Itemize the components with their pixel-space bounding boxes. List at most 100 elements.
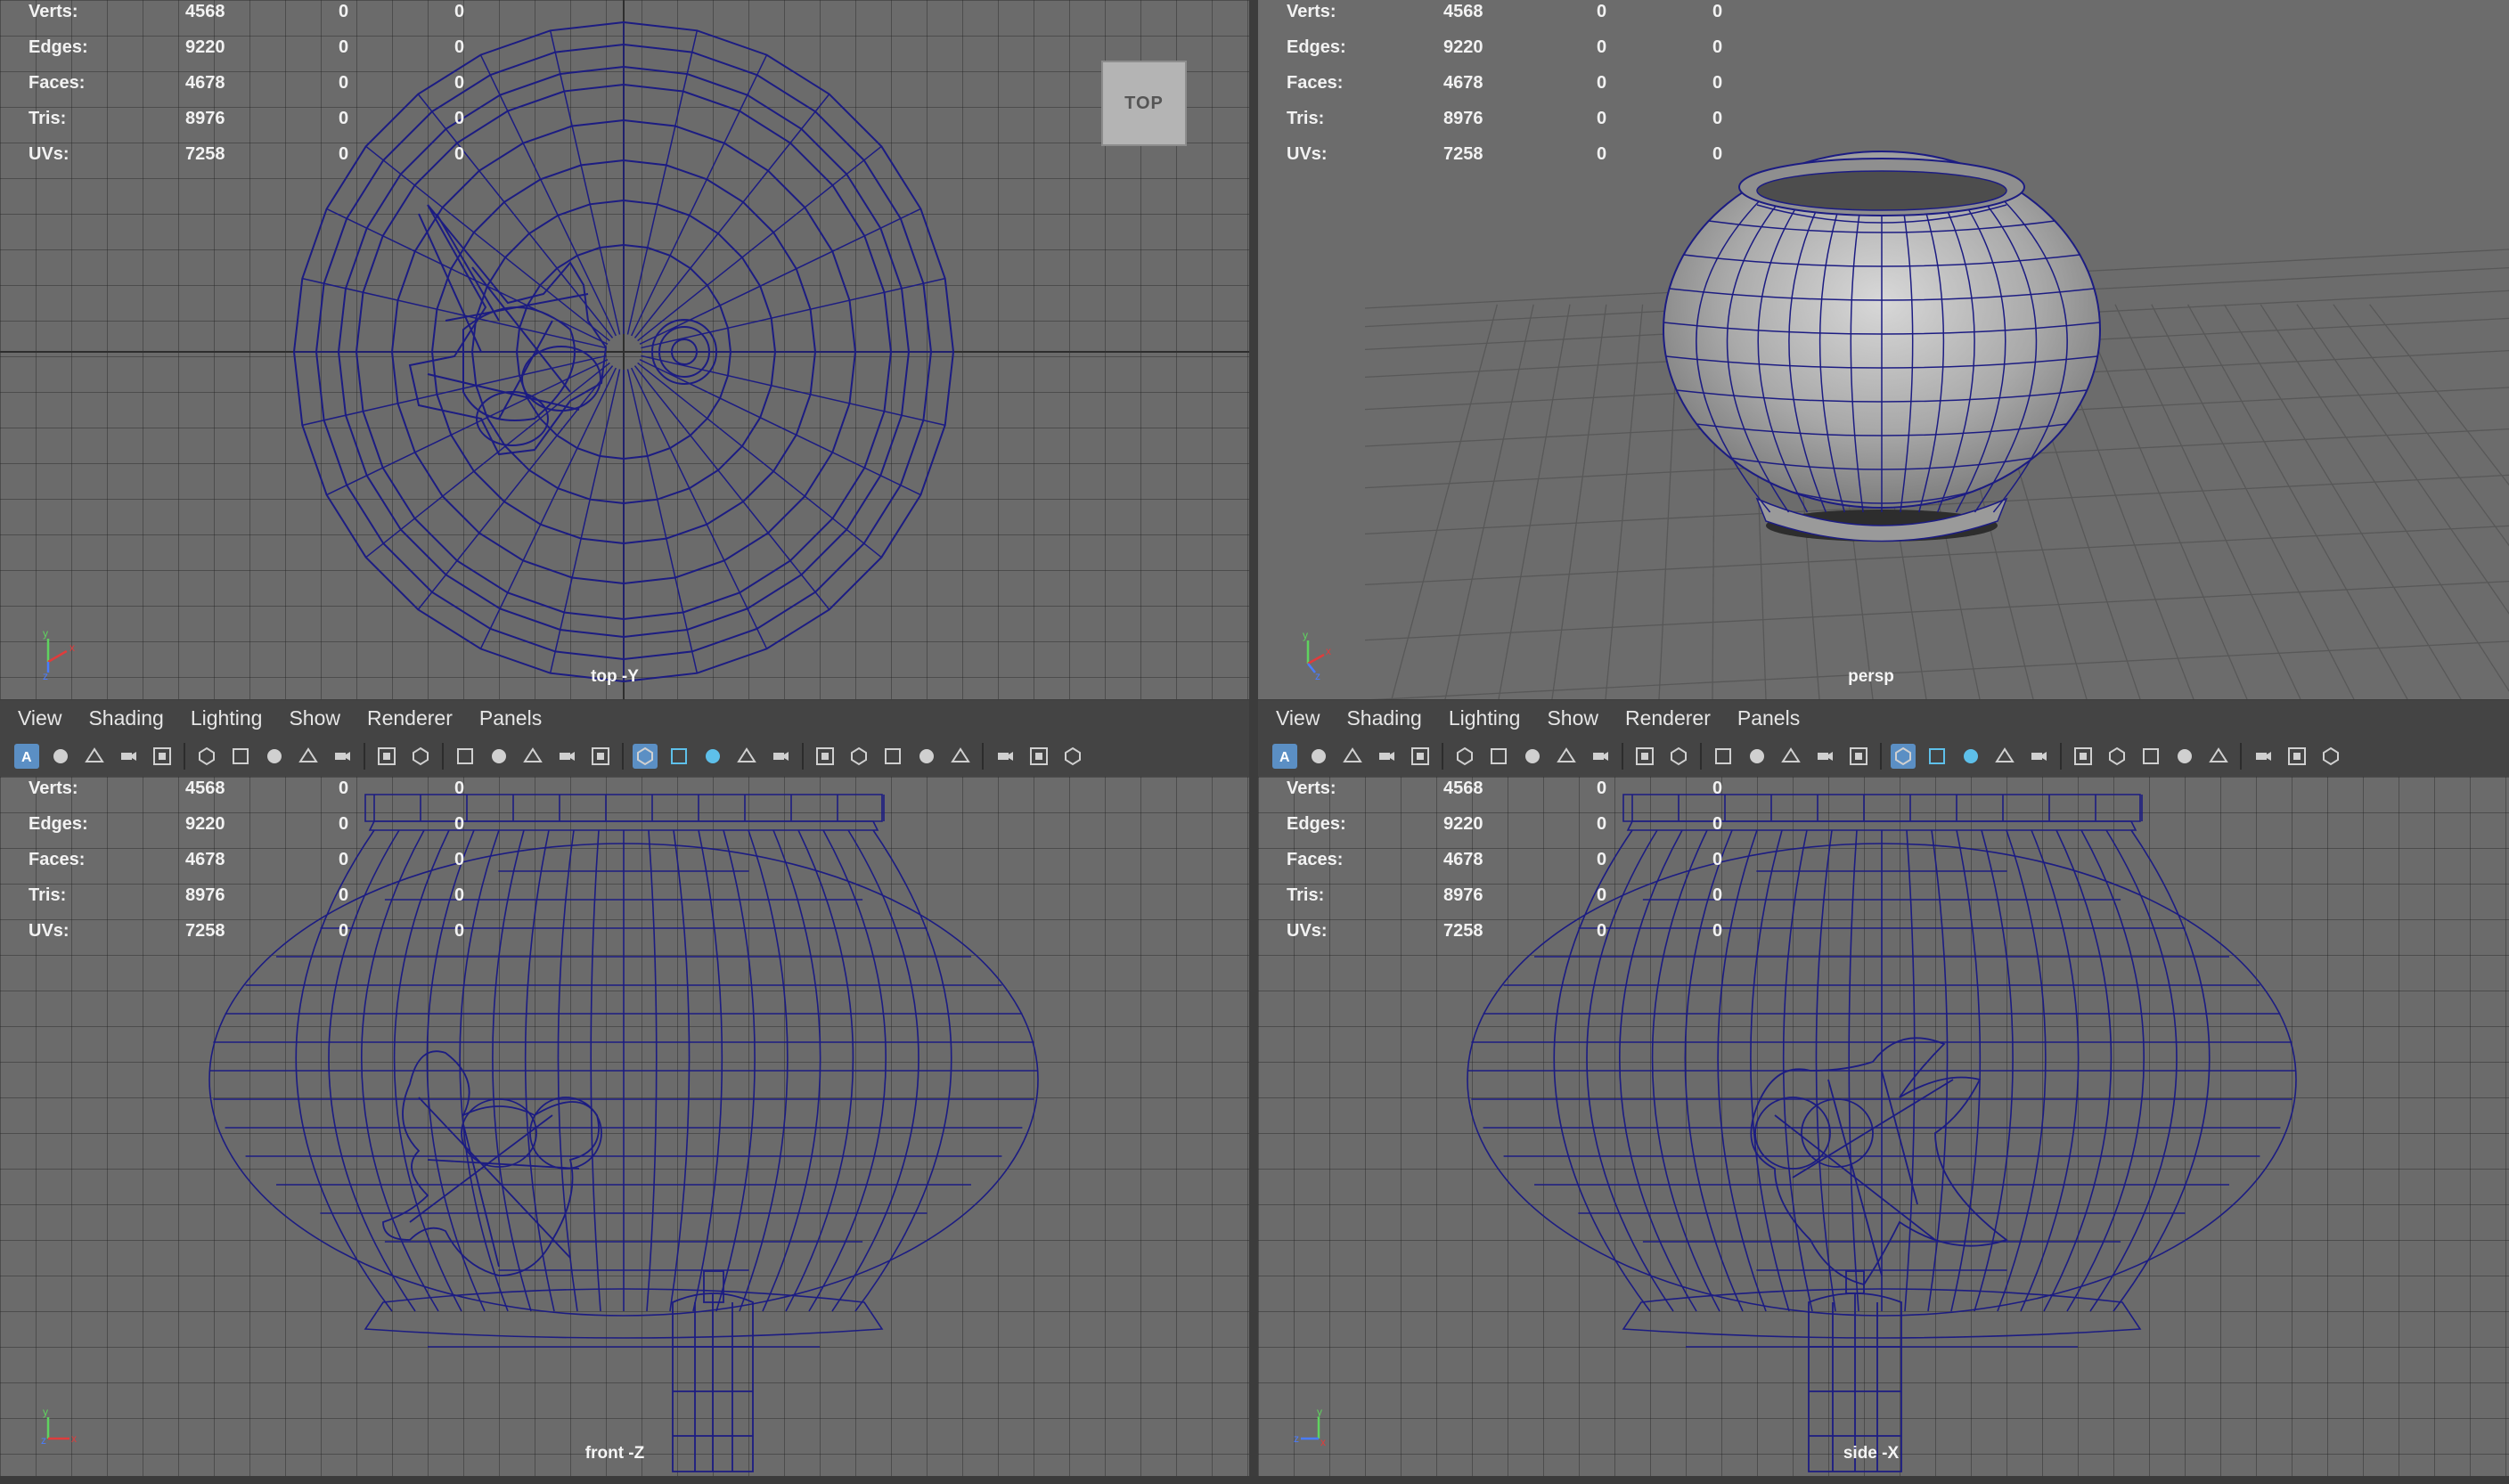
bookmark-icon[interactable]: [296, 744, 321, 769]
paint-icon[interactable]: [1666, 744, 1691, 769]
frame-all-icon[interactable]: [48, 744, 73, 769]
menu-lighting[interactable]: Lighting: [1449, 706, 1521, 730]
xray-icon[interactable]: [734, 744, 759, 769]
camera-track-icon[interactable]: [1520, 744, 1545, 769]
screen-space-ao-icon[interactable]: [2104, 744, 2129, 769]
image-plane-icon[interactable]: [330, 744, 355, 769]
motion-blur-icon[interactable]: [880, 744, 905, 769]
toolbar-separator: [622, 743, 624, 770]
default-material-icon[interactable]: [1958, 744, 1983, 769]
viewport-front[interactable]: Verts: 4568 0 0 Edges: 9220 0 0 Faces: 4678 0 0 T…: [0, 777, 1249, 1476]
menu-lighting[interactable]: Lighting: [191, 706, 263, 730]
default-material-icon[interactable]: [700, 744, 725, 769]
pane-divider-vertical[interactable]: [1249, 0, 1258, 1484]
bookmark-icon[interactable]: [1554, 744, 1579, 769]
panel-toolbar: A: [0, 738, 1249, 774]
anti-alias-icon[interactable]: [914, 744, 939, 769]
resolution-gate-icon[interactable]: [1778, 744, 1803, 769]
screen-space-ao-icon[interactable]: [846, 744, 871, 769]
film-gate-icon[interactable]: [486, 744, 511, 769]
film-gate-icon[interactable]: [1745, 744, 1769, 769]
shadows-icon[interactable]: [2071, 744, 2096, 769]
menu-shading[interactable]: Shading: [1346, 706, 1421, 730]
safe-area-icon[interactable]: [554, 744, 579, 769]
menu-panels[interactable]: Panels: [479, 706, 542, 730]
viewport-top[interactable]: Verts: 4568 0 0 Edges: 9220 0 0 Faces: 4678 0 0 T…: [0, 0, 1249, 699]
grid-toggle-icon[interactable]: [1711, 744, 1736, 769]
menu-view[interactable]: View: [1276, 706, 1320, 730]
axis-gizmo-icon: y z x: [1294, 1406, 1326, 1448]
toolbar-separator: [1700, 743, 1702, 770]
motion-blur-icon[interactable]: [2138, 744, 2163, 769]
depth-of-field-icon[interactable]: [2206, 744, 2231, 769]
shadows-icon[interactable]: [813, 744, 838, 769]
camera-tumble-icon[interactable]: [228, 744, 253, 769]
camera-track-icon[interactable]: [262, 744, 287, 769]
menu-shading[interactable]: Shading: [88, 706, 163, 730]
toolbar-separator: [802, 743, 804, 770]
svg-text:x: x: [69, 641, 75, 654]
grid-icon[interactable]: [1340, 744, 1365, 769]
isolate-select-icon[interactable]: [2251, 744, 2276, 769]
camera-icon[interactable]: [194, 744, 219, 769]
smooth-shade-icon[interactable]: [666, 744, 691, 769]
select-mode-icon[interactable]: A: [14, 744, 39, 769]
select-mode-icon[interactable]: A: [1272, 744, 1297, 769]
move-icon[interactable]: [1632, 744, 1657, 769]
axis-gizmo-icon: y x z: [41, 1406, 77, 1447]
camera-label: side -X: [1843, 1444, 1900, 1463]
svg-text:z: z: [41, 1434, 46, 1447]
xray-icon[interactable]: [1992, 744, 2017, 769]
lights-icon[interactable]: [2026, 744, 2051, 769]
wireframe-icon[interactable]: [633, 744, 658, 769]
layout-icon[interactable]: [1060, 744, 1085, 769]
grid-toggle-icon[interactable]: [453, 744, 478, 769]
svg-text:y: y: [43, 627, 48, 640]
viewport-side[interactable]: Verts: 4568 0 0 Edges: 9220 0 0 Faces: 4678 0 0 T…: [1258, 777, 2509, 1476]
grid-icon[interactable]: [82, 744, 107, 769]
menu-show[interactable]: Show: [1547, 706, 1598, 730]
wireframe-icon[interactable]: [1891, 744, 1916, 769]
panel-menubar-left: View Shading Lighting Show Renderer Pane…: [0, 700, 1249, 777]
camera-icon[interactable]: [1452, 744, 1477, 769]
paint-icon[interactable]: [408, 744, 433, 769]
safe-area-icon[interactable]: [1812, 744, 1837, 769]
menu-renderer[interactable]: Renderer: [1625, 706, 1711, 730]
menu-renderer[interactable]: Renderer: [367, 706, 453, 730]
menu-show[interactable]: Show: [289, 706, 340, 730]
layout-icon[interactable]: [2318, 744, 2343, 769]
toolbar-separator: [1622, 743, 1623, 770]
menu-panels[interactable]: Panels: [1737, 706, 1800, 730]
smooth-shade-icon[interactable]: [1925, 744, 1949, 769]
texture-icon[interactable]: [1408, 744, 1433, 769]
lights-icon[interactable]: [768, 744, 793, 769]
anti-alias-icon[interactable]: [2172, 744, 2197, 769]
depth-of-field-icon[interactable]: [948, 744, 973, 769]
panel-toolbar: A: [1258, 738, 2509, 774]
toolbar-separator: [184, 743, 185, 770]
top-view-wireframe: [0, 0, 1249, 699]
move-icon[interactable]: [374, 744, 399, 769]
frame-all-icon[interactable]: [1306, 744, 1331, 769]
persp-view-scene: [1364, 151, 2509, 699]
xray-joints-icon[interactable]: [1026, 744, 1051, 769]
shade-icon[interactable]: [1374, 744, 1399, 769]
view-cube[interactable]: TOP: [1101, 61, 1187, 146]
viewport-persp[interactable]: Verts: 4568 0 0 Edges: 9220 0 0 Faces: 4678 0 0 T…: [1258, 0, 2509, 699]
isolate-select-icon[interactable]: [993, 744, 1017, 769]
xray-joints-icon[interactable]: [2284, 744, 2309, 769]
toolbar-separator: [442, 743, 444, 770]
menu-view[interactable]: View: [18, 706, 61, 730]
front-view-wireframe: [208, 794, 1039, 1472]
resolution-gate-icon[interactable]: [520, 744, 545, 769]
shade-icon[interactable]: [116, 744, 141, 769]
camera-label: front -Z: [584, 1444, 645, 1463]
axis-gizmo-icon: y x z: [43, 627, 75, 680]
field-chart-icon[interactable]: [588, 744, 613, 769]
texture-icon[interactable]: [150, 744, 175, 769]
svg-text:A: A: [1279, 750, 1290, 765]
field-chart-icon[interactable]: [1846, 744, 1871, 769]
camera-tumble-icon[interactable]: [1486, 744, 1511, 769]
svg-text:y: y: [1317, 1406, 1322, 1418]
image-plane-icon[interactable]: [1588, 744, 1613, 769]
